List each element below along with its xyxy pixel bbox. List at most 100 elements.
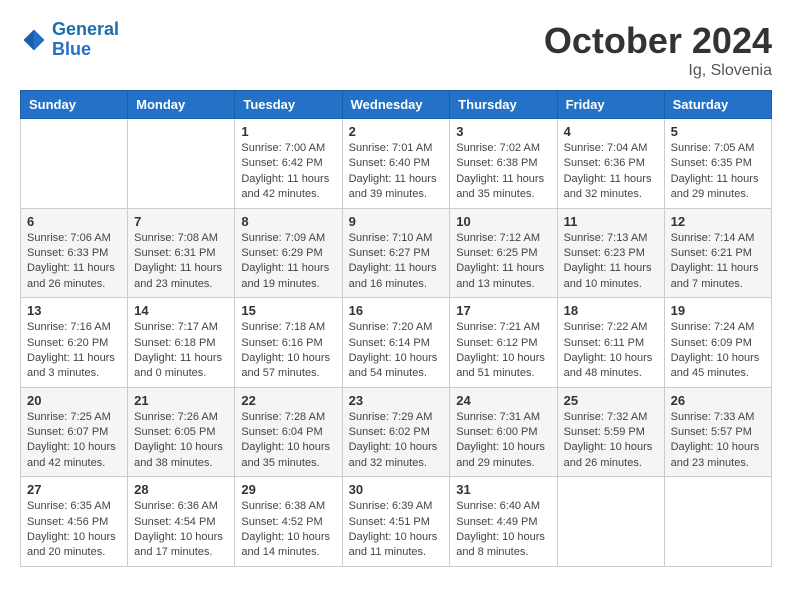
- weekday-header: Thursday: [450, 91, 557, 119]
- day-number: 21: [134, 393, 228, 408]
- calendar-cell: 25 Sunrise: 7:32 AM Sunset: 5:59 PM Dayli…: [557, 387, 664, 477]
- day-number: 22: [241, 393, 335, 408]
- day-number: 25: [564, 393, 658, 408]
- day-info: Sunrise: 7:01 AM Sunset: 6:40 PM Dayligh…: [349, 141, 444, 203]
- day-info: Sunrise: 7:08 AM Sunset: 6:31 PM Dayligh…: [134, 231, 228, 293]
- day-number: 27: [27, 482, 121, 497]
- day-number: 28: [134, 482, 228, 497]
- day-info: Sunrise: 7:06 AM Sunset: 6:33 PM Dayligh…: [27, 231, 121, 293]
- day-info: Sunrise: 7:12 AM Sunset: 6:25 PM Dayligh…: [456, 231, 550, 293]
- calendar-week-row: 6 Sunrise: 7:06 AM Sunset: 6:33 PM Daylig…: [21, 208, 772, 298]
- day-info: Sunrise: 7:32 AM Sunset: 5:59 PM Dayligh…: [564, 410, 658, 472]
- day-number: 10: [456, 214, 550, 229]
- calendar-cell: 19 Sunrise: 7:24 AM Sunset: 6:09 PM Dayli…: [664, 298, 771, 388]
- weekday-header: Friday: [557, 91, 664, 119]
- day-number: 3: [456, 124, 550, 139]
- calendar-cell: 31Sunrise: 6:40 AM Sunset: 4:49 PM Dayli…: [450, 477, 557, 567]
- day-info: Sunrise: 7:33 AM Sunset: 5:57 PM Dayligh…: [671, 410, 765, 472]
- day-number: 18: [564, 303, 658, 318]
- month-title: October 2024: [544, 20, 772, 62]
- calendar-week-row: 27 Sunrise: 6:35 AM Sunset: 4:56 PM Dayli…: [21, 477, 772, 567]
- day-number: 26: [671, 393, 765, 408]
- day-info: Sunrise: 6:39 AM Sunset: 4:51 PM Dayligh…: [349, 499, 444, 561]
- calendar-week-row: 13 Sunrise: 7:16 AM Sunset: 6:20 PM Dayli…: [21, 298, 772, 388]
- day-info: Sunrise: 7:09 AM Sunset: 6:29 PM Dayligh…: [241, 231, 335, 293]
- day-info: Sunrise: 7:24 AM Sunset: 6:09 PM Dayligh…: [671, 320, 765, 382]
- day-number: 13: [27, 303, 121, 318]
- calendar-cell: 3 Sunrise: 7:02 AM Sunset: 6:38 PM Daylig…: [450, 119, 557, 209]
- calendar-cell: 13 Sunrise: 7:16 AM Sunset: 6:20 PM Dayli…: [21, 298, 128, 388]
- day-number: 7: [134, 214, 228, 229]
- day-number: 20: [27, 393, 121, 408]
- logo-icon: [20, 26, 48, 54]
- day-info: Sunrise: 6:35 AM Sunset: 4:56 PM Dayligh…: [27, 499, 121, 561]
- page-header: General Blue October 2024 Ig, Slovenia: [20, 20, 772, 80]
- calendar-cell: 28Sunrise: 6:36 AM Sunset: 4:54 PM Dayli…: [128, 477, 235, 567]
- day-number: 8: [241, 214, 335, 229]
- calendar-cell: 2Sunrise: 7:01 AM Sunset: 6:40 PM Daylig…: [342, 119, 450, 209]
- calendar-cell: [21, 119, 128, 209]
- calendar-cell: 23Sunrise: 7:29 AM Sunset: 6:02 PM Dayli…: [342, 387, 450, 477]
- weekday-header: Saturday: [664, 91, 771, 119]
- calendar-cell: [557, 477, 664, 567]
- day-info: Sunrise: 7:17 AM Sunset: 6:18 PM Dayligh…: [134, 320, 228, 382]
- calendar-cell: [664, 477, 771, 567]
- day-info: Sunrise: 7:13 AM Sunset: 6:23 PM Dayligh…: [564, 231, 658, 293]
- day-info: Sunrise: 7:14 AM Sunset: 6:21 PM Dayligh…: [671, 231, 765, 293]
- day-info: Sunrise: 7:18 AM Sunset: 6:16 PM Dayligh…: [241, 320, 335, 382]
- day-info: Sunrise: 7:22 AM Sunset: 6:11 PM Dayligh…: [564, 320, 658, 382]
- calendar-cell: 7 Sunrise: 7:08 AM Sunset: 6:31 PM Daylig…: [128, 208, 235, 298]
- day-number: 16: [349, 303, 444, 318]
- calendar-cell: [128, 119, 235, 209]
- calendar-cell: 30Sunrise: 6:39 AM Sunset: 4:51 PM Dayli…: [342, 477, 450, 567]
- day-number: 9: [349, 214, 444, 229]
- weekday-header: Tuesday: [235, 91, 342, 119]
- day-info: Sunrise: 7:26 AM Sunset: 6:05 PM Dayligh…: [134, 410, 228, 472]
- calendar-cell: 20 Sunrise: 7:25 AM Sunset: 6:07 PM Dayli…: [21, 387, 128, 477]
- calendar-cell: 18 Sunrise: 7:22 AM Sunset: 6:11 PM Dayli…: [557, 298, 664, 388]
- day-info: Sunrise: 7:16 AM Sunset: 6:20 PM Dayligh…: [27, 320, 121, 382]
- title-block: October 2024 Ig, Slovenia: [544, 20, 772, 80]
- day-number: 1: [241, 124, 335, 139]
- calendar-cell: 9 Sunrise: 7:10 AM Sunset: 6:27 PM Daylig…: [342, 208, 450, 298]
- weekday-header: Sunday: [21, 91, 128, 119]
- calendar-cell: 29Sunrise: 6:38 AM Sunset: 4:52 PM Dayli…: [235, 477, 342, 567]
- day-info: Sunrise: 7:00 AM Sunset: 6:42 PM Dayligh…: [241, 141, 335, 203]
- logo: General Blue: [20, 20, 119, 60]
- day-info: Sunrise: 7:28 AM Sunset: 6:04 PM Dayligh…: [241, 410, 335, 472]
- day-number: 29: [241, 482, 335, 497]
- calendar-cell: 1 Sunrise: 7:00 AM Sunset: 6:42 PM Daylig…: [235, 119, 342, 209]
- calendar-cell: 11 Sunrise: 7:13 AM Sunset: 6:23 PM Dayli…: [557, 208, 664, 298]
- day-info: Sunrise: 7:21 AM Sunset: 6:12 PM Dayligh…: [456, 320, 550, 382]
- calendar-cell: 10 Sunrise: 7:12 AM Sunset: 6:25 PM Dayli…: [450, 208, 557, 298]
- calendar-week-row: 1 Sunrise: 7:00 AM Sunset: 6:42 PM Daylig…: [21, 119, 772, 209]
- day-info: Sunrise: 7:05 AM Sunset: 6:35 PM Dayligh…: [671, 141, 765, 203]
- weekday-header: Monday: [128, 91, 235, 119]
- calendar-cell: 14 Sunrise: 7:17 AM Sunset: 6:18 PM Dayli…: [128, 298, 235, 388]
- day-info: Sunrise: 7:10 AM Sunset: 6:27 PM Dayligh…: [349, 231, 444, 293]
- calendar-cell: 26 Sunrise: 7:33 AM Sunset: 5:57 PM Dayli…: [664, 387, 771, 477]
- calendar-cell: 16Sunrise: 7:20 AM Sunset: 6:14 PM Dayli…: [342, 298, 450, 388]
- day-info: Sunrise: 7:02 AM Sunset: 6:38 PM Dayligh…: [456, 141, 550, 203]
- day-number: 4: [564, 124, 658, 139]
- location: Ig, Slovenia: [544, 62, 772, 80]
- calendar-cell: 8 Sunrise: 7:09 AM Sunset: 6:29 PM Daylig…: [235, 208, 342, 298]
- calendar-cell: 21 Sunrise: 7:26 AM Sunset: 6:05 PM Dayli…: [128, 387, 235, 477]
- calendar-table: SundayMondayTuesdayWednesdayThursdayFrid…: [20, 90, 772, 567]
- day-number: 14: [134, 303, 228, 318]
- day-number: 5: [671, 124, 765, 139]
- day-number: 11: [564, 214, 658, 229]
- calendar-cell: 4Sunrise: 7:04 AM Sunset: 6:36 PM Daylig…: [557, 119, 664, 209]
- day-number: 15: [241, 303, 335, 318]
- calendar-cell: 12Sunrise: 7:14 AM Sunset: 6:21 PM Dayli…: [664, 208, 771, 298]
- calendar-cell: 6 Sunrise: 7:06 AM Sunset: 6:33 PM Daylig…: [21, 208, 128, 298]
- day-info: Sunrise: 7:31 AM Sunset: 6:00 PM Dayligh…: [456, 410, 550, 472]
- calendar-cell: 22 Sunrise: 7:28 AM Sunset: 6:04 PM Dayli…: [235, 387, 342, 477]
- calendar-week-row: 20 Sunrise: 7:25 AM Sunset: 6:07 PM Dayli…: [21, 387, 772, 477]
- day-number: 6: [27, 214, 121, 229]
- day-info: Sunrise: 7:25 AM Sunset: 6:07 PM Dayligh…: [27, 410, 121, 472]
- calendar-cell: 27 Sunrise: 6:35 AM Sunset: 4:56 PM Dayli…: [21, 477, 128, 567]
- calendar-cell: 5 Sunrise: 7:05 AM Sunset: 6:35 PM Daylig…: [664, 119, 771, 209]
- calendar-cell: 15 Sunrise: 7:18 AM Sunset: 6:16 PM Dayli…: [235, 298, 342, 388]
- day-number: 19: [671, 303, 765, 318]
